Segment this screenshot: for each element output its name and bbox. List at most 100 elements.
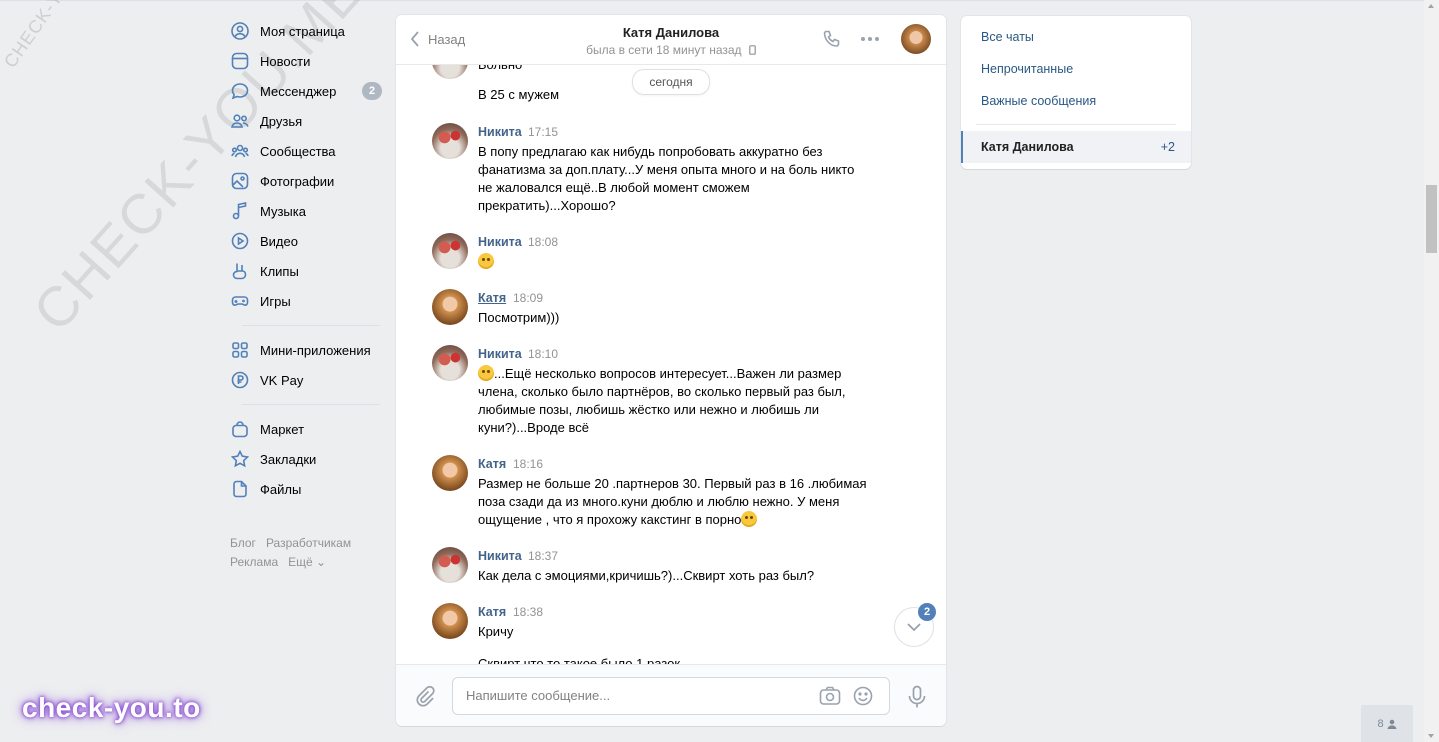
nav-item-video[interactable]: Видео [230, 226, 382, 256]
online-friends-button[interactable]: 8 [1361, 705, 1413, 742]
footer-blog-link[interactable]: Блог [230, 536, 256, 550]
message-text: Посмотрим))) [478, 310, 560, 325]
phone-icon[interactable] [822, 29, 842, 49]
profile-icon [230, 21, 250, 41]
message-text: Сквирт что то такое было 1 разок [478, 656, 681, 664]
active-chat-name: Катя Данилова [981, 140, 1074, 154]
footer-more-link[interactable]: Ещё ⌄ [288, 555, 326, 569]
photos-icon [230, 171, 250, 191]
chat-header: Назад Катя Данилова была в сети 18 минут… [396, 15, 946, 65]
avatar[interactable] [432, 123, 468, 159]
scroll-up-arrow-icon[interactable] [1428, 4, 1434, 8]
footer-dev-link[interactable]: Разработчикам [266, 536, 351, 550]
filter-important[interactable]: Важные сообщения [981, 94, 1096, 108]
nav-item-vk-pay[interactable]: VK Pay [230, 365, 382, 395]
person-icon [1387, 719, 1397, 729]
nav-label: Игры [260, 293, 291, 309]
flushed-emoji-icon [478, 253, 494, 269]
nav-footer: Блог Разработчикам Реклама Ещё ⌄ [230, 534, 382, 572]
nav-label: Новости [260, 53, 311, 69]
avatar[interactable] [432, 455, 468, 491]
avatar[interactable] [432, 547, 468, 583]
nav-label: Мини-приложения [260, 342, 371, 358]
avatar[interactable] [432, 233, 468, 269]
filter-all-chats[interactable]: Все чаты [981, 30, 1034, 44]
message-text: Как дела с эмоциями,кричишь?)...Сквирт х… [478, 568, 815, 583]
laughing-emoji-icon [741, 511, 758, 527]
nav-item-communities[interactable]: Сообщества [230, 136, 382, 166]
nav-item-news[interactable]: Новости [230, 46, 382, 76]
message-author[interactable]: Катя [478, 291, 506, 305]
message-text: В 25 с мужем [478, 87, 560, 102]
nav-item-mini-apps[interactable]: Мини-приложения [230, 335, 382, 365]
nav-item-clips[interactable]: Клипы [230, 256, 382, 286]
nav-item-market[interactable]: Маркет [230, 414, 382, 444]
smile-icon[interactable] [853, 686, 873, 706]
message-time: 17:15 [528, 125, 559, 139]
bookmarks-icon [230, 449, 250, 469]
avatar[interactable] [432, 345, 468, 381]
scroll-down-arrow-icon[interactable] [1428, 734, 1434, 738]
nav-item-bookmarks[interactable]: Закладки [230, 444, 382, 474]
message-author[interactable]: Никита [478, 549, 522, 563]
chevron-down-icon [907, 623, 921, 631]
nav-item-my-page[interactable]: Моя страница [230, 16, 382, 46]
message-author[interactable]: Никита [478, 347, 522, 361]
message-author[interactable]: Никита [478, 125, 522, 139]
filter-unread[interactable]: Непрочитанные [981, 62, 1073, 76]
nav-item-messenger[interactable]: Мессенджер 2 [230, 76, 382, 106]
watermark-brand: check-you.to [22, 692, 201, 723]
message-time: 18:10 [528, 347, 559, 361]
camera-icon[interactable] [819, 686, 841, 706]
message-author[interactable]: Никита [478, 235, 522, 249]
footer-ads-link[interactable]: Реклама [230, 555, 278, 569]
chat-panel: Назад Катя Данилова была в сети 18 минут… [396, 15, 946, 726]
nav-label: Музыка [260, 203, 306, 219]
peer-avatar[interactable] [901, 24, 931, 54]
nav-item-games[interactable]: Игры [230, 286, 382, 316]
nav-label: Моя страница [260, 23, 345, 39]
active-chat-count: +2 [1160, 140, 1175, 154]
message-input[interactable] [453, 678, 806, 712]
news-icon [230, 51, 250, 71]
nav-label: Клипы [260, 263, 299, 279]
nav-item-music[interactable]: Музыка [230, 196, 382, 226]
market-icon [230, 419, 250, 439]
message-time: 18:16 [513, 457, 544, 471]
nav-label: Файлы [260, 481, 302, 497]
avatar[interactable] [432, 65, 468, 79]
message-text [478, 253, 868, 271]
paperclip-icon[interactable] [414, 685, 436, 707]
chat-filter-panel: Все чаты Непрочитанные Важные сообщения … [961, 16, 1191, 169]
messenger-icon [230, 81, 250, 101]
message-author[interactable]: Катя [478, 457, 506, 471]
nav-item-friends[interactable]: Друзья [230, 106, 382, 136]
message-time: 18:37 [528, 549, 559, 563]
left-navigation: Моя страница Новости Мессенджер 2 Друзья… [230, 16, 382, 572]
message-author[interactable]: Катя [478, 605, 506, 619]
message-input-box [452, 677, 890, 715]
avatar[interactable] [432, 603, 468, 639]
message-time: 18:09 [513, 291, 544, 305]
active-chat-item[interactable]: Катя Данилова +2 [961, 131, 1191, 163]
message-time: 18:38 [513, 605, 544, 619]
nav-item-photos[interactable]: Фотографии [230, 166, 382, 196]
scrollbar-thumb[interactable] [1426, 185, 1437, 253]
top-divider [0, 0, 1424, 1]
message-text: В попу предлагаю как нибудь попробовать … [478, 144, 855, 213]
peer-status: была в сети 18 минут назад [396, 43, 946, 57]
avatar[interactable] [432, 289, 468, 325]
watermark-small: CHECK-YOU.ME [0, 0, 104, 72]
message-text: Кричу [478, 624, 514, 639]
nav-label: Мессенджер [260, 83, 337, 99]
nav-label: Маркет [260, 421, 305, 437]
files-icon [230, 479, 250, 499]
microphone-icon[interactable] [906, 685, 928, 709]
message-text: Размер не больше 20 .партнеров 30. Первы… [478, 475, 868, 529]
music-icon [230, 201, 250, 221]
more-icon[interactable] [860, 36, 880, 42]
online-count: 8 [1377, 717, 1384, 730]
page-scrollbar[interactable] [1424, 0, 1439, 742]
nav-item-files[interactable]: Файлы [230, 474, 382, 504]
message-composer [396, 664, 946, 726]
